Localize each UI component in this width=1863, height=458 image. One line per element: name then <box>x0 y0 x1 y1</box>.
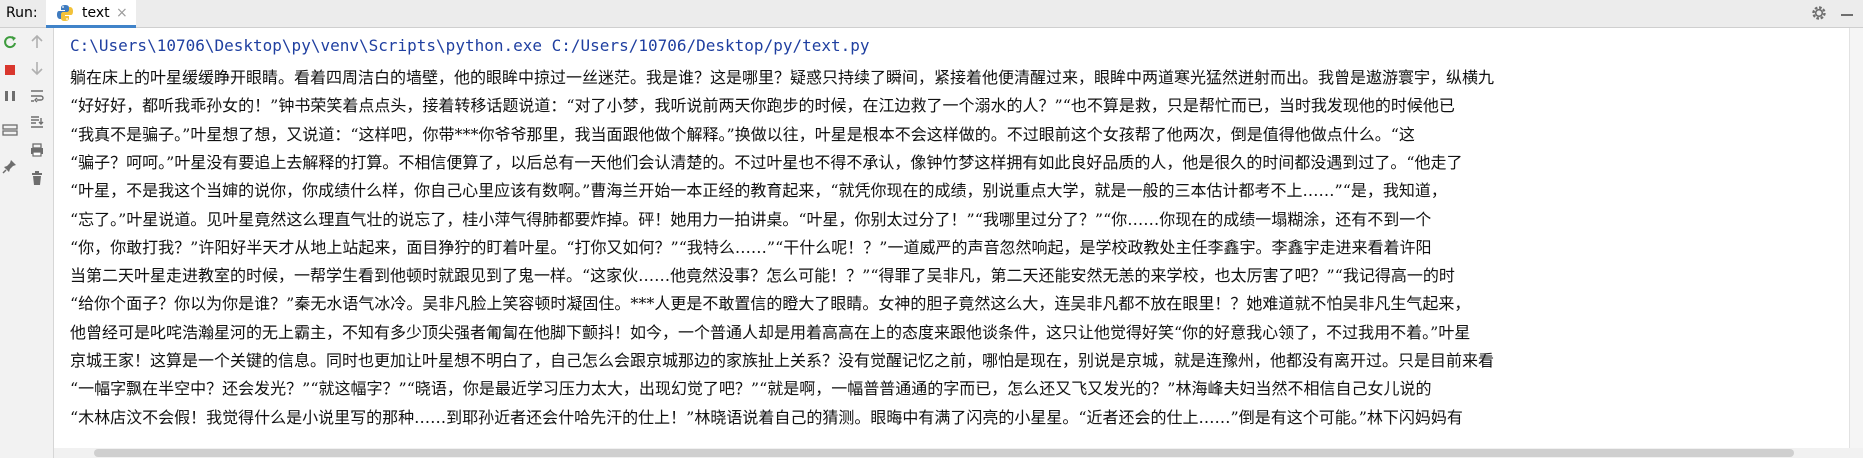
run-toolwindow-header: Run: text × <box>0 0 1863 28</box>
soft-wrap-icon[interactable] <box>29 88 45 104</box>
command-line: C:\Users\10706\Desktop\py\venv\Scripts\p… <box>70 36 870 55</box>
console-output-line: “忘了。”叶星说道。见叶星竟然这么理直气壮的说忘了，桂小萍气得肺都要炸掉。砰！她… <box>70 209 1432 229</box>
horizontal-scrollbar[interactable] <box>54 448 1863 458</box>
console-output-line: “我真不是骗子。”叶星想了想，又说道：“这样吧，你带***你爷爷那里，我当面跟他… <box>70 124 1415 144</box>
console-output-line: 躺在床上的叶星缓缓睁开眼睛。看着四周洁白的墙壁，他的眼眸中掠过一丝迷茫。我是谁？… <box>70 68 1495 87</box>
console-output-line: “一幅字飘在半空中？还会发光？”“就这幅字？”“晓语，你是最近学习压力太大，出现… <box>70 379 1432 399</box>
minimize-icon[interactable] <box>1838 4 1856 22</box>
tab-close-icon[interactable]: × <box>116 5 128 21</box>
horizontal-scrollbar-thumb[interactable] <box>94 449 1794 457</box>
scroll-to-end-icon[interactable] <box>29 114 45 130</box>
console-output-line: 当第二天叶星走进教室的时候，一帮学生看到他顿时就跟见到了鬼一样。“这家伙……他竟… <box>70 266 1455 286</box>
console-output[interactable]: C:\Users\10706\Desktop\py\venv\Scripts\p… <box>54 28 1863 458</box>
console-output-line: “叶星，不是我这个当婶的说你，你成绩什么样，你自己心里应该有数啊。”曹海兰开始一… <box>70 181 1447 201</box>
console-output-line: “给你个面子？你以为你是谁？”秦无水语气冰冷。吴非凡脸上笑容顿时凝固住。***人… <box>70 294 1471 314</box>
console-output-line: “好好好，都听我乖孙女的！”钟书荣笑着点点头，接着转移话题说道：“对了小梦，我听… <box>70 96 1455 116</box>
python-file-icon <box>57 5 73 21</box>
run-actions-toolbar <box>0 28 20 458</box>
gear-icon[interactable] <box>1810 4 1828 22</box>
console-output-line: 他曾经可是叱咤浩瀚星河的无上霸主，不知有多少顶尖强者匍匐在他脚下颤抖！如今，一个… <box>70 322 1471 342</box>
run-label: Run: <box>6 5 38 21</box>
vertical-scrollbar[interactable] <box>1849 28 1863 458</box>
trash-icon[interactable] <box>29 170 45 186</box>
stop-icon[interactable] <box>2 62 18 78</box>
pause-icon[interactable] <box>2 88 18 104</box>
console-output-line: 京城王家！这算是一个关键的信息。同时也更加让叶星想不明白了，自己怎么会跟京城那边… <box>70 351 1495 370</box>
rerun-icon[interactable] <box>2 34 18 50</box>
scroll-up-icon[interactable] <box>29 34 45 50</box>
layout-icon[interactable] <box>2 122 18 138</box>
scroll-down-icon[interactable] <box>29 60 45 76</box>
tab-label: text <box>82 5 110 21</box>
pin-icon[interactable] <box>2 158 18 174</box>
console-output-line: “木林店汶不会假！我觉得什么是小说里写的那种……到耶孙近者还会什哈先汗的仕上！”… <box>70 407 1463 427</box>
console-actions-toolbar <box>20 28 54 458</box>
print-icon[interactable] <box>29 142 45 158</box>
console-output-line: “你，你敢打我？”许阳好半天才从地上站起来，面目狰狞的盯着叶星。“打你又如何？”… <box>70 237 1432 257</box>
console-output-line: “骗子？呵呵。”叶星没有要追上去解释的打算。不相信便算了，以后总有一天他们会认清… <box>70 152 1463 172</box>
